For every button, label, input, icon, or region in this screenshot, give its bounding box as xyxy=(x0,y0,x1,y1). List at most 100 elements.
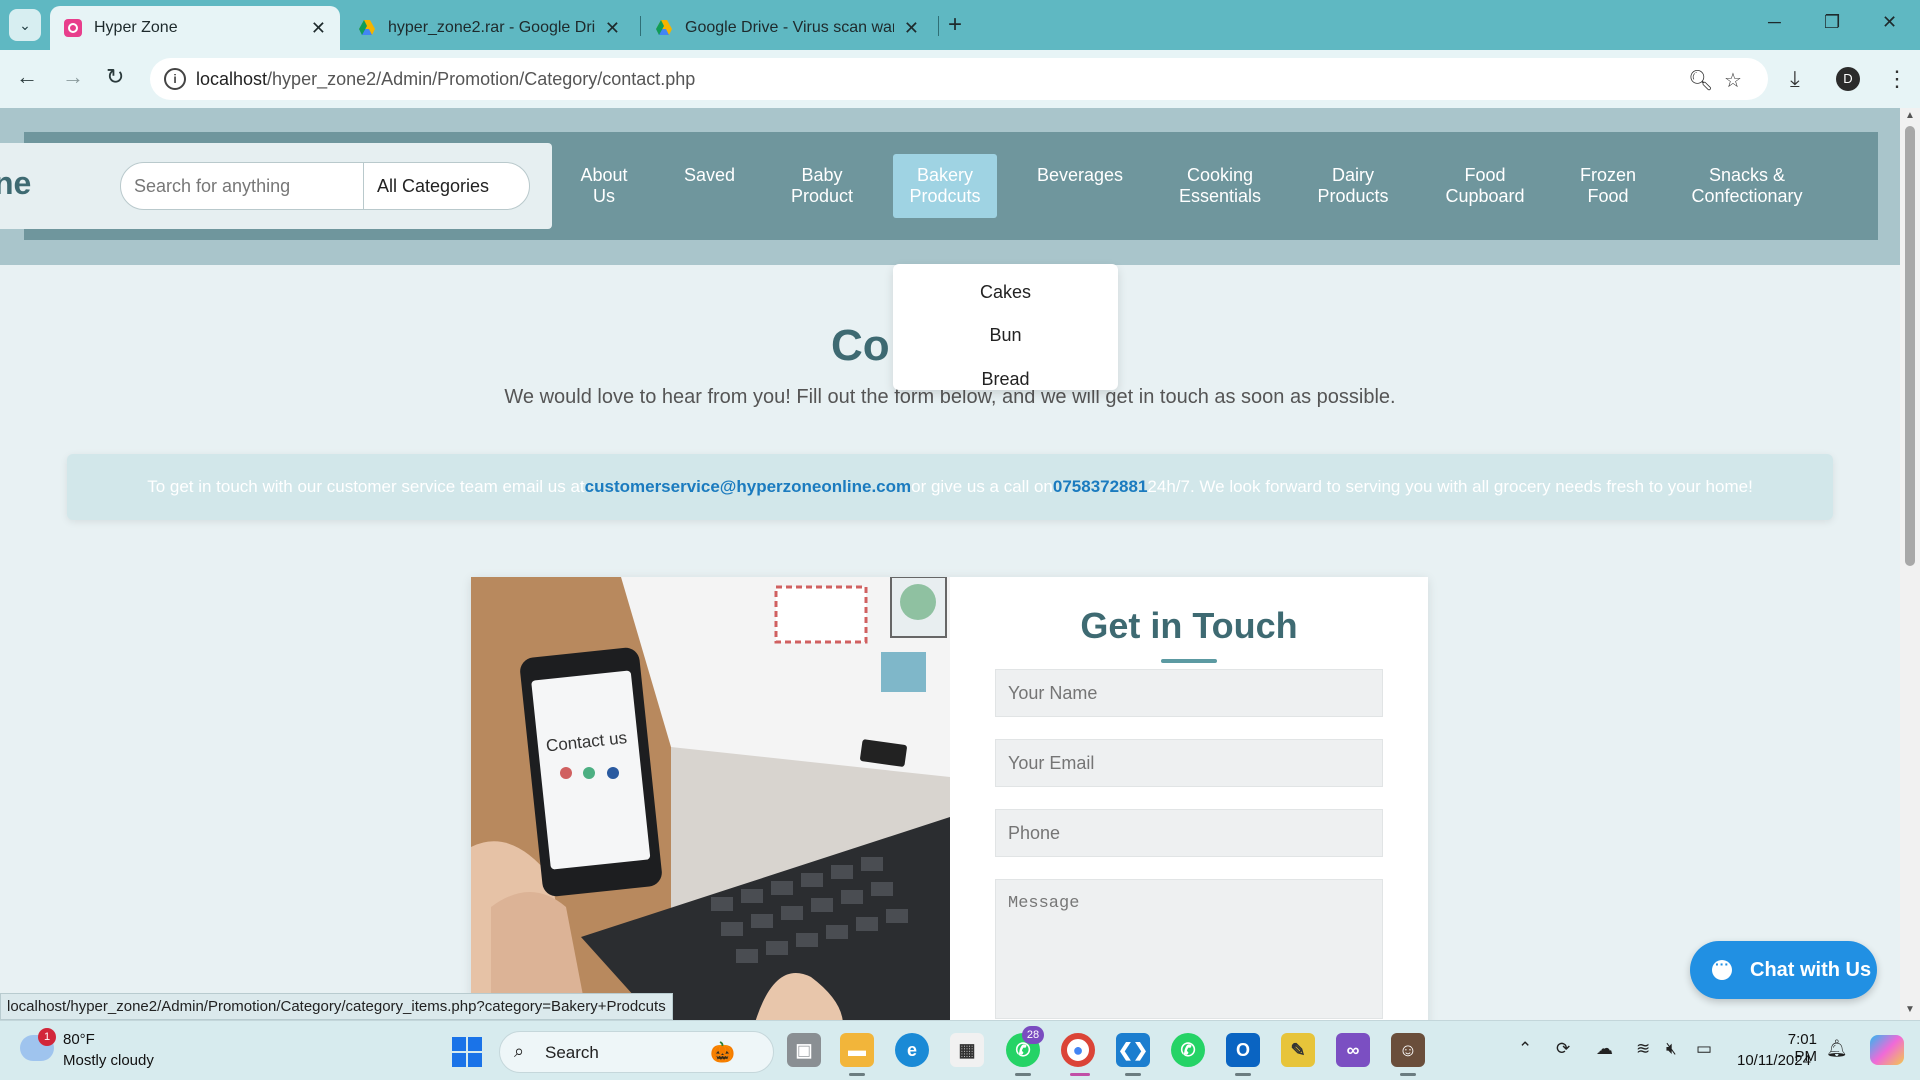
message-field[interactable]: Message xyxy=(995,879,1383,1019)
close-tab-icon[interactable]: ✕ xyxy=(311,18,326,39)
close-tab-icon[interactable]: ✕ xyxy=(904,18,919,39)
sync-icon[interactable]: ⟳ xyxy=(1556,1039,1570,1059)
taskbar-search[interactable]: ⌕ Search 🎃 xyxy=(499,1031,774,1073)
more-menu-icon[interactable]: ⋮ xyxy=(1886,66,1908,92)
bookmark-star-icon[interactable]: ☆ xyxy=(1724,68,1742,93)
chrome-icon[interactable]: ● xyxy=(1061,1033,1095,1067)
color-picker-icon[interactable]: ✎ xyxy=(1281,1033,1315,1067)
game-app-icon[interactable]: ☺ xyxy=(1391,1033,1425,1067)
visual-studio-icon[interactable]: ∞ xyxy=(1336,1033,1370,1067)
laptop-phone-illustration: Contact us xyxy=(471,577,950,1020)
task-view-icon[interactable]: ▣ xyxy=(787,1033,821,1067)
nav-frozen-food[interactable]: Frozen Food xyxy=(1575,165,1641,207)
phone-link[interactable]: 0758372881 xyxy=(1053,477,1148,497)
nav-label: About xyxy=(580,165,628,185)
onedrive-icon[interactable]: ☁ xyxy=(1596,1039,1613,1059)
email-field[interactable] xyxy=(995,739,1383,787)
url-host: localhost xyxy=(196,69,268,89)
search-group: All Categories xyxy=(120,162,530,210)
back-arrow-icon[interactable]: ← xyxy=(16,64,38,90)
nav-label: Us xyxy=(593,186,615,206)
hyperzone-icon xyxy=(64,19,82,37)
nav-saved[interactable]: Saved xyxy=(677,165,742,186)
tab-virus-scan[interactable]: Google Drive - Virus scan warni ✕ xyxy=(641,6,933,50)
phone-field[interactable] xyxy=(995,809,1383,857)
name-field[interactable] xyxy=(995,669,1383,717)
nav-label: Bakery xyxy=(916,165,974,185)
restore-icon[interactable]: ❐ xyxy=(1824,12,1840,33)
tab-search-button[interactable]: ⌄ xyxy=(9,9,41,41)
profile-avatar[interactable]: D xyxy=(1836,67,1860,91)
running-indicator xyxy=(1235,1073,1251,1076)
weather-description[interactable]: Mostly cloudy xyxy=(63,1052,154,1069)
close-window-icon[interactable]: ✕ xyxy=(1882,12,1897,33)
header-search-panel: ne All Categories xyxy=(0,143,552,229)
page-content: ne All Categories About Us Saved Baby Pr… xyxy=(0,108,1900,1020)
scroll-down-arrow-icon[interactable]: ▼ xyxy=(1905,1004,1915,1015)
address-bar[interactable]: i localhost/hyper_zone2/Admin/Promotion/… xyxy=(150,58,1768,100)
page-title: Co xyxy=(831,321,890,370)
windows-start-icon[interactable] xyxy=(452,1037,482,1067)
microsoft-store-icon[interactable]: ▦ xyxy=(950,1033,984,1067)
tab-google-drive[interactable]: hyper_zone2.rar - Google Drive ✕ xyxy=(344,6,634,50)
nav-beverages[interactable]: Beverages xyxy=(1030,165,1130,186)
dropdown-item-bun[interactable]: Bun xyxy=(893,325,1118,346)
chat-bubble-icon xyxy=(1712,956,1732,980)
edge-browser-icon[interactable]: e xyxy=(895,1033,929,1067)
running-indicator xyxy=(849,1073,865,1076)
clock-date[interactable]: 10/11/2024 xyxy=(1737,1052,1811,1069)
active-indicator xyxy=(1070,1073,1090,1076)
customer-service-notice: To get in touch with our customer servic… xyxy=(67,454,1833,520)
notification-bell-icon[interactable]: 🔔︎ xyxy=(1826,1039,1848,1059)
nav-dairy-products[interactable]: Dairy Products xyxy=(1310,165,1396,207)
forward-arrow-icon[interactable]: → xyxy=(62,64,84,90)
battery-icon[interactable]: ▭ xyxy=(1696,1039,1712,1059)
scroll-up-arrow-icon[interactable]: ▲ xyxy=(1905,110,1915,121)
whatsapp-web-icon[interactable]: ✆ xyxy=(1171,1033,1205,1067)
chat-button-label: Chat with Us xyxy=(1750,958,1872,981)
new-tab-icon[interactable]: + xyxy=(948,11,962,39)
scrollbar-thumb[interactable] xyxy=(1905,126,1915,566)
minimize-icon[interactable]: ─ xyxy=(1768,12,1781,33)
nav-about-us[interactable]: About Us xyxy=(572,165,636,207)
dropdown-item-cakes[interactable]: Cakes xyxy=(893,282,1118,303)
download-icon[interactable]: ⤓ xyxy=(1790,66,1800,92)
chevron-up-icon[interactable]: ⌃ xyxy=(1518,1039,1532,1059)
nav-label: Frozen xyxy=(1579,165,1637,185)
weather-temperature[interactable]: 80°F xyxy=(63,1031,95,1048)
halloween-pumpkin-icon: 🎃 xyxy=(710,1042,735,1064)
reload-icon[interactable]: ↻ xyxy=(106,64,124,90)
contact-card: Contact us Get in Touch Message xyxy=(471,577,1428,1020)
nav-snacks-confectionary[interactable]: Snacks & Confectionary xyxy=(1684,165,1810,207)
wifi-icon[interactable]: ≋ xyxy=(1636,1039,1650,1059)
nav-cooking-essentials[interactable]: Cooking Essentials xyxy=(1172,165,1268,207)
nav-label: Beverages xyxy=(1036,165,1124,185)
nav-food-cupboard[interactable]: Food Cupboard xyxy=(1438,165,1532,207)
url-text[interactable]: localhost/hyper_zone2/Admin/Promotion/Ca… xyxy=(196,69,695,90)
page-scrollbar[interactable]: ▲ ▼ xyxy=(1900,108,1920,1020)
windows-taskbar: 1 80°F Mostly cloudy ⌕ Search 🎃 ▣ ▬ e ▦ … xyxy=(0,1020,1920,1080)
volume-muted-icon[interactable]: 🔇︎ xyxy=(1666,1039,1677,1059)
tab-hyper-zone[interactable]: Hyper Zone ✕ xyxy=(50,6,340,50)
copilot-icon[interactable] xyxy=(1870,1035,1904,1065)
file-explorer-icon[interactable]: ▬ xyxy=(840,1033,874,1067)
dropdown-item-bread[interactable]: Bread xyxy=(893,369,1118,390)
search-input[interactable] xyxy=(122,164,362,208)
title-underline xyxy=(1161,659,1217,663)
email-link[interactable]: customerservice@hyperzoneonline.com xyxy=(585,477,911,497)
zoom-icon[interactable]: 🔍︎ xyxy=(1688,68,1713,93)
vscode-icon[interactable]: ❮❯ xyxy=(1116,1033,1150,1067)
google-drive-icon xyxy=(359,20,375,35)
nav-label: Saved xyxy=(683,165,736,185)
url-path: /hyper_zone2/Admin/Promotion/Category/co… xyxy=(267,69,696,89)
close-tab-icon[interactable]: ✕ xyxy=(605,18,620,39)
site-info-icon[interactable]: i xyxy=(164,68,186,90)
nav-baby-product[interactable]: Baby Product xyxy=(787,165,857,207)
site-logo[interactable]: ne xyxy=(0,165,31,202)
tab-title: Google Drive - Virus scan warni xyxy=(685,19,894,36)
category-select[interactable]: All Categories xyxy=(377,176,489,197)
bakery-dropdown-menu: Cakes Bun Bread xyxy=(893,264,1118,390)
outlook-icon[interactable]: O xyxy=(1226,1033,1260,1067)
chat-button[interactable]: Chat with Us xyxy=(1690,941,1877,999)
nav-bakery-products[interactable]: Bakery Prodcuts xyxy=(893,154,997,218)
